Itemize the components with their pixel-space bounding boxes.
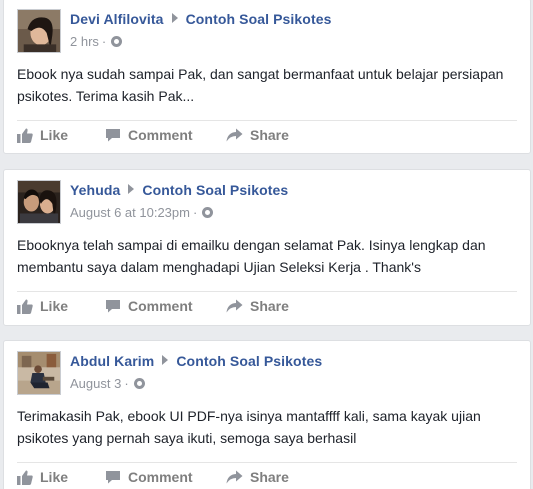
globe-icon[interactable] bbox=[202, 207, 214, 218]
comment-icon bbox=[106, 300, 120, 313]
post-header: Abdul Karim Contoh Soal Psikotes bbox=[70, 353, 322, 369]
post-meta: August 6 at 10:23pm · bbox=[70, 205, 214, 220]
thumbs-up-icon bbox=[17, 299, 33, 314]
target-page-name[interactable]: Contoh Soal Psikotes bbox=[186, 11, 332, 27]
profile-photo bbox=[18, 10, 60, 52]
author-name[interactable]: Devi Alfilovita bbox=[70, 11, 164, 27]
share-arrow-icon bbox=[226, 470, 243, 484]
comment-label: Comment bbox=[128, 469, 193, 485]
share-label: Share bbox=[250, 127, 289, 143]
divider bbox=[17, 291, 517, 292]
share-button[interactable]: Share bbox=[226, 469, 289, 485]
share-button[interactable]: Share bbox=[226, 127, 289, 143]
post-text: Ebook nya sudah sampai Pak, dan sangat b… bbox=[17, 66, 504, 104]
like-label: Like bbox=[40, 469, 69, 485]
separator-dot: · bbox=[124, 376, 129, 391]
comment-button[interactable]: Comment bbox=[105, 127, 193, 143]
thumbs-up-icon bbox=[17, 128, 33, 143]
avatar[interactable] bbox=[17, 9, 61, 53]
post-header: Devi Alfilovita Contoh Soal Psikotes bbox=[70, 11, 331, 27]
post-timestamp[interactable]: 2 hrs bbox=[70, 34, 99, 49]
share-label: Share bbox=[250, 298, 289, 314]
avatar[interactable] bbox=[17, 351, 61, 395]
like-label: Like bbox=[40, 298, 69, 314]
arrow-right-icon bbox=[128, 184, 135, 194]
separator-dot: · bbox=[192, 205, 198, 220]
post-meta: 2 hrs · bbox=[70, 34, 123, 49]
share-label: Share bbox=[250, 469, 289, 485]
post-timestamp[interactable]: August 6 at 10:23pm bbox=[70, 205, 190, 220]
like-button[interactable]: Like bbox=[17, 298, 68, 314]
comment-label: Comment bbox=[128, 298, 193, 314]
post-header: Yehuda Contoh Soal Psikotes bbox=[70, 182, 288, 198]
avatar[interactable] bbox=[17, 180, 61, 224]
post-timestamp[interactable]: August 3 bbox=[70, 376, 121, 391]
comment-icon bbox=[106, 471, 120, 484]
news-feed: Devi Alfilovita Contoh Soal Psikotes 2 hr… bbox=[0, 0, 533, 489]
share-arrow-icon bbox=[226, 299, 243, 313]
like-button[interactable]: Like bbox=[17, 469, 68, 485]
feed-post: Yehuda Contoh Soal Psikotes August 6 at 1… bbox=[3, 169, 531, 326]
feed-post: Devi Alfilovita Contoh Soal Psikotes 2 hr… bbox=[3, 0, 531, 154]
comment-button[interactable]: Comment bbox=[105, 298, 193, 314]
like-label: Like bbox=[40, 127, 69, 143]
comment-button[interactable]: Comment bbox=[105, 469, 193, 485]
profile-photo bbox=[18, 181, 60, 223]
like-button[interactable]: Like bbox=[17, 127, 68, 143]
comment-label: Comment bbox=[128, 127, 193, 143]
author-name[interactable]: Yehuda bbox=[70, 182, 120, 198]
globe-icon[interactable] bbox=[133, 378, 145, 389]
globe-icon[interactable] bbox=[111, 36, 123, 47]
post-meta: August 3 · bbox=[70, 376, 145, 391]
thumbs-up-icon bbox=[17, 470, 33, 485]
share-button[interactable]: Share bbox=[226, 298, 289, 314]
arrow-right-icon bbox=[171, 13, 178, 23]
profile-photo bbox=[18, 352, 60, 394]
author-name[interactable]: Abdul Karim bbox=[70, 353, 154, 369]
comment-icon bbox=[106, 129, 120, 142]
post-text: Terimakasih Pak, ebook UI PDF-nya isinya… bbox=[17, 408, 481, 446]
divider bbox=[17, 120, 517, 121]
share-arrow-icon bbox=[226, 128, 243, 142]
target-page-name[interactable]: Contoh Soal Psikotes bbox=[176, 353, 322, 369]
feed-post: Abdul Karim Contoh Soal Psikotes August 3… bbox=[3, 340, 531, 489]
separator-dot: · bbox=[101, 34, 107, 49]
post-text: Ebooknya telah sampai di emailku dengan … bbox=[17, 237, 486, 275]
divider bbox=[17, 462, 517, 463]
arrow-right-icon bbox=[162, 355, 169, 365]
target-page-name[interactable]: Contoh Soal Psikotes bbox=[142, 182, 288, 198]
